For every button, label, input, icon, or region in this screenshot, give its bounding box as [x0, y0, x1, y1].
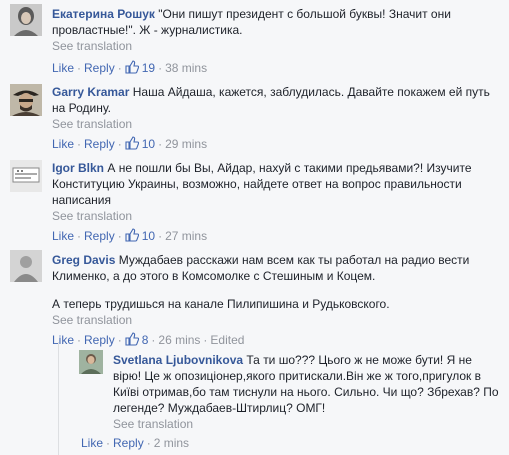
- comment-4: Greg Davis Муждабаев расскажи нам всем к…: [0, 248, 509, 347]
- avatar[interactable]: [10, 84, 42, 116]
- like-button[interactable]: Like: [52, 61, 74, 75]
- see-translation-link[interactable]: See translation: [113, 416, 502, 432]
- comment-author[interactable]: Garry Kramar: [52, 85, 129, 99]
- thumbs-up-icon: [125, 136, 139, 153]
- avatar[interactable]: [10, 250, 42, 282]
- reply-thread: Svetlana Ljubovnikova Та ти шо??? Цього …: [58, 342, 509, 455]
- comment-time[interactable]: 2 mins: [154, 436, 189, 450]
- thumbs-up-icon: [125, 60, 139, 77]
- comment-actions: Like · Reply · 2 mins: [81, 436, 190, 450]
- comment-author[interactable]: Екатерина Рошук: [52, 7, 155, 21]
- reply-button[interactable]: Reply: [84, 229, 115, 243]
- comment-author[interactable]: Igor Blkn: [52, 161, 104, 175]
- thumbs-up-icon: [125, 228, 139, 245]
- like-button[interactable]: Like: [52, 229, 74, 243]
- reply-button[interactable]: Reply: [84, 137, 115, 151]
- comment-author[interactable]: Greg Davis: [52, 253, 115, 267]
- comment-time[interactable]: 38 mins: [165, 61, 207, 75]
- like-button[interactable]: Like: [52, 137, 74, 151]
- see-translation-link[interactable]: See translation: [52, 208, 501, 224]
- see-translation-link[interactable]: See translation: [52, 312, 501, 328]
- avatar[interactable]: [79, 350, 103, 374]
- comment-actions: Like · Reply · 10 · 29 mins: [52, 136, 208, 153]
- see-translation-link[interactable]: See translation: [52, 38, 501, 54]
- see-translation-link[interactable]: See translation: [52, 116, 501, 132]
- comment-text-2: А теперь трудишься на канале Пилипишина …: [52, 297, 390, 311]
- like-count[interactable]: 10: [142, 137, 155, 151]
- comment-time[interactable]: 29 mins: [165, 137, 207, 151]
- avatar[interactable]: [10, 160, 42, 192]
- comment-1: Екатерина Рошук "Они пишут президент с б…: [0, 0, 509, 78]
- comment-2: Garry Kramar Наша Айдаша, кажется, заблу…: [0, 78, 509, 156]
- comment-text: Муждабаев расскажи нам всем как ты работ…: [52, 253, 470, 283]
- like-count[interactable]: 19: [142, 61, 155, 75]
- like-count[interactable]: 10: [142, 229, 155, 243]
- comment-time[interactable]: 27 mins: [165, 229, 207, 243]
- reply-button[interactable]: Reply: [84, 61, 115, 75]
- comment-text: А не пошли бы Вы, Айдар, нахуй с такими …: [52, 161, 472, 207]
- comment-actions: Like · Reply · 10 · 27 mins: [52, 228, 208, 245]
- like-button[interactable]: Like: [81, 436, 103, 450]
- comment-3: Igor Blkn А не пошли бы Вы, Айдар, нахуй…: [0, 156, 509, 248]
- avatar[interactable]: [10, 4, 42, 36]
- reply-button[interactable]: Reply: [113, 436, 144, 450]
- comment-author[interactable]: Svetlana Ljubovnikova: [113, 353, 243, 367]
- comment-actions: Like · Reply · 19 · 38 mins: [52, 60, 208, 77]
